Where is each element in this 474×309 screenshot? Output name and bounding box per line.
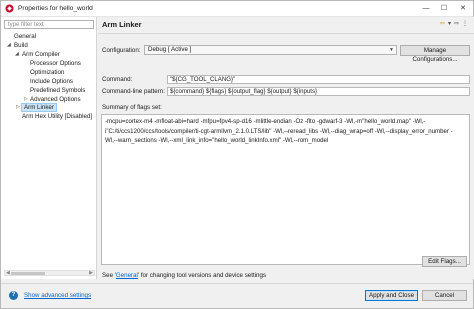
divider	[98, 33, 474, 34]
left-navigation-pane: type filter text General ◢ Build ◢ Arm C…	[1, 17, 97, 279]
configuration-select[interactable]: Debug [ Active ] ▼	[144, 45, 397, 55]
chevron-down-icon: ▼	[389, 47, 394, 53]
page-title: Arm Linker	[102, 20, 142, 29]
command-pattern-field[interactable]: ${command} ${flags} ${output_flag} ${out…	[167, 87, 470, 96]
filter-input[interactable]: type filter text	[4, 20, 94, 29]
tree-item-optimization[interactable]: Optimization	[30, 68, 64, 77]
tree-item-include-options[interactable]: Include Options	[30, 77, 73, 86]
show-advanced-settings-link[interactable]: Show advanced settings	[24, 292, 91, 299]
title-bar: Properties for hello_world — ☐ ✕	[1, 1, 473, 17]
tree-item-arm-linker[interactable]: Arm Linker	[21, 103, 57, 112]
menu-down-icon[interactable]: ▾	[448, 21, 451, 27]
help-icon[interactable]: ?	[9, 291, 18, 300]
manage-configurations-button[interactable]: Manage Configurations...	[400, 45, 470, 63]
chevron-right-icon[interactable]: ▷	[16, 103, 20, 112]
command-field[interactable]: "${CG_TOOL_CLANG}"	[167, 75, 470, 84]
maximize-icon[interactable]: ☐	[437, 3, 451, 15]
forward-arrow-icon[interactable]: ⇨	[454, 21, 459, 27]
command-label: Command:	[102, 76, 133, 83]
window-title: Properties for hello_world	[18, 5, 93, 12]
back-arrow-icon[interactable]: ⇦	[440, 21, 445, 27]
summary-line: Wl,--warn_sections -Wl,--xml_link_info="…	[105, 137, 329, 144]
apply-and-close-button[interactable]: Apply and Close	[365, 290, 418, 301]
tree-item-arm-hex-utility[interactable]: Arm Hex Utility [Disabled]	[22, 112, 92, 121]
hint-prefix: See '	[102, 272, 116, 279]
summary-label: Summary of flags set:	[102, 104, 162, 111]
hint-suffix: ' for changing tool versions and device …	[137, 272, 267, 279]
tree-item-arm-compiler[interactable]: Arm Compiler	[22, 50, 60, 59]
tree-item-predefined-symbols[interactable]: Predefined Symbols	[30, 86, 85, 95]
edit-flags-button[interactable]: Edit Flags...	[422, 256, 467, 267]
cancel-button[interactable]: Cancel	[422, 290, 467, 301]
more-icon[interactable]: ⋮	[462, 21, 468, 27]
footer-divider	[1, 283, 473, 284]
tree-item-build[interactable]: Build	[14, 41, 28, 50]
properties-page: Arm Linker ⇦ ▾ ⇨ ⋮ Configuration: Debug [ A…	[98, 17, 474, 279]
properties-dialog: Properties for hello_world — ☐ ✕ type fi…	[0, 0, 474, 309]
command-pattern-label: Command-line pattern:	[102, 88, 165, 95]
tree-item-general[interactable]: General	[14, 32, 36, 41]
summary-line: i"C:/ti/ccs1200/ccs/tools/compiler/ti-cg…	[105, 127, 453, 135]
horizontal-scrollbar[interactable]: ◀ ▶	[4, 270, 95, 276]
chevron-down-icon[interactable]: ◢	[15, 50, 19, 59]
scrollbar-thumb[interactable]	[11, 272, 45, 275]
configuration-label: Configuration:	[102, 47, 141, 54]
minimize-icon[interactable]: —	[419, 3, 433, 15]
ccs-app-icon	[5, 4, 14, 13]
hint-text: See 'General' for changing tool versions…	[102, 272, 266, 279]
close-icon[interactable]: ✕	[456, 3, 470, 15]
scroll-left-icon[interactable]: ◀	[6, 270, 10, 276]
configuration-value: Debug [ Active ]	[148, 46, 192, 53]
flags-summary-area[interactable]: -mcpu=cortex-m4 -mfloat-abi=hard -mfpu=f…	[101, 114, 470, 265]
general-link[interactable]: General	[116, 272, 138, 279]
summary-line: -mcpu=cortex-m4 -mfloat-abi=hard -mfpu=f…	[105, 118, 426, 125]
tree-item-processor-options[interactable]: Processor Options	[30, 59, 81, 68]
chevron-down-icon[interactable]: ◢	[7, 41, 11, 50]
scroll-right-icon[interactable]: ▶	[89, 270, 93, 276]
page-nav-icons: ⇦ ▾ ⇨ ⋮	[437, 20, 468, 27]
